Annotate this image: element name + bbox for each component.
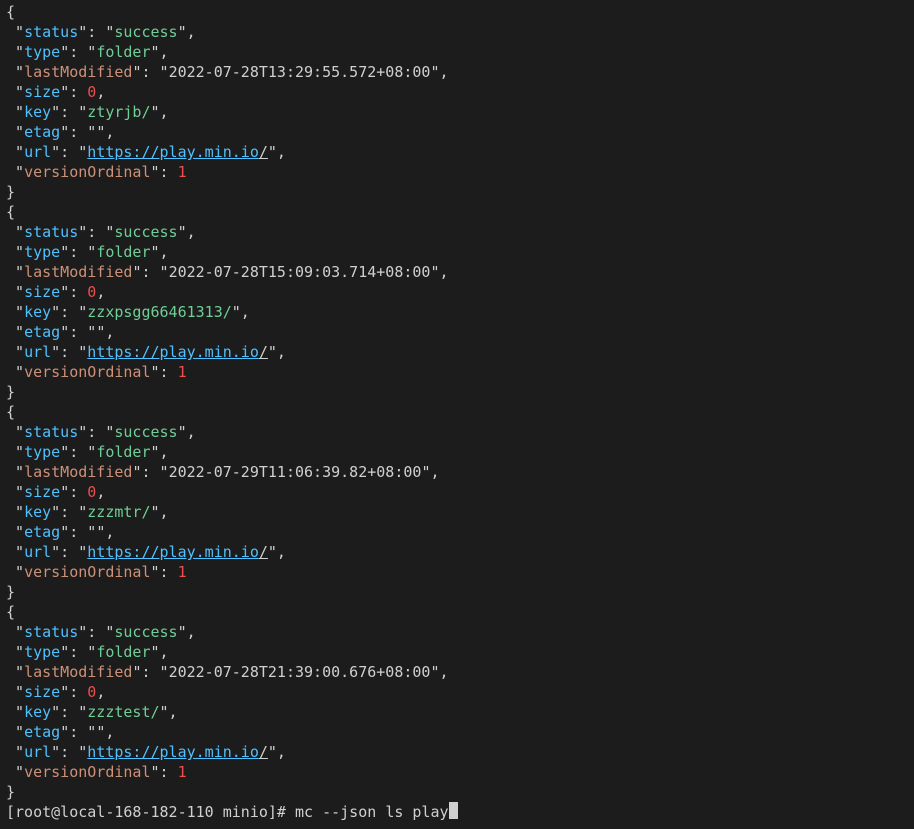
command-flag: --json (322, 803, 376, 821)
json-line: } (6, 582, 908, 602)
json-line: "etag": "", (6, 722, 908, 742)
url-link[interactable]: https://play.min.io (87, 143, 259, 161)
json-line: "url": "https://play.min.io/", (6, 142, 908, 162)
terminal-output[interactable]: { "status": "success", "type": "folder",… (0, 0, 914, 822)
json-line: "key": "zzzmtr/", (6, 502, 908, 522)
command: mc (295, 803, 313, 821)
json-line: "key": "ztyrjb/", (6, 102, 908, 122)
json-line: "versionOrdinal": 1 (6, 162, 908, 182)
json-line: "status": "success", (6, 222, 908, 242)
json-line: "size": 0, (6, 482, 908, 502)
json-line: { (6, 602, 908, 622)
json-line: "url": "https://play.min.io/", (6, 742, 908, 762)
json-line: } (6, 182, 908, 202)
json-line: "status": "success", (6, 422, 908, 442)
json-line: "type": "folder", (6, 442, 908, 462)
json-line: "key": "zzxpsgg66461313/", (6, 302, 908, 322)
json-line: } (6, 382, 908, 402)
json-line: "size": 0, (6, 682, 908, 702)
cursor-icon (449, 802, 458, 819)
json-line: "size": 0, (6, 282, 908, 302)
json-line: "etag": "", (6, 322, 908, 342)
url-link[interactable]: https://play.min.io (87, 343, 259, 361)
json-line: "type": "folder", (6, 242, 908, 262)
url-link[interactable]: https://play.min.io (87, 543, 259, 561)
command-args: ls play (385, 803, 448, 821)
json-line: "lastModified": "2022-07-28T15:09:03.714… (6, 262, 908, 282)
json-line: "status": "success", (6, 22, 908, 42)
json-line: "etag": "", (6, 122, 908, 142)
json-line: "type": "folder", (6, 42, 908, 62)
json-line: "lastModified": "2022-07-29T11:06:39.82+… (6, 462, 908, 482)
json-line: } (6, 782, 908, 802)
json-line: { (6, 2, 908, 22)
json-line: "versionOrdinal": 1 (6, 762, 908, 782)
json-line: "size": 0, (6, 82, 908, 102)
json-line: "lastModified": "2022-07-28T21:39:00.676… (6, 662, 908, 682)
json-line: "url": "https://play.min.io/", (6, 542, 908, 562)
json-line: "type": "folder", (6, 642, 908, 662)
json-line: "etag": "", (6, 522, 908, 542)
json-line: "status": "success", (6, 622, 908, 642)
json-line: { (6, 402, 908, 422)
prompt-line[interactable]: [root@local-168-182-110 minio]# mc --jso… (6, 802, 908, 822)
json-line: "key": "zzztest/", (6, 702, 908, 722)
json-line: "url": "https://play.min.io/", (6, 342, 908, 362)
shell-prompt: [root@local-168-182-110 minio]# (6, 803, 286, 821)
url-link[interactable]: https://play.min.io (87, 743, 259, 761)
json-line: { (6, 202, 908, 222)
json-line: "versionOrdinal": 1 (6, 362, 908, 382)
json-line: "versionOrdinal": 1 (6, 562, 908, 582)
json-line: "lastModified": "2022-07-28T13:29:55.572… (6, 62, 908, 82)
